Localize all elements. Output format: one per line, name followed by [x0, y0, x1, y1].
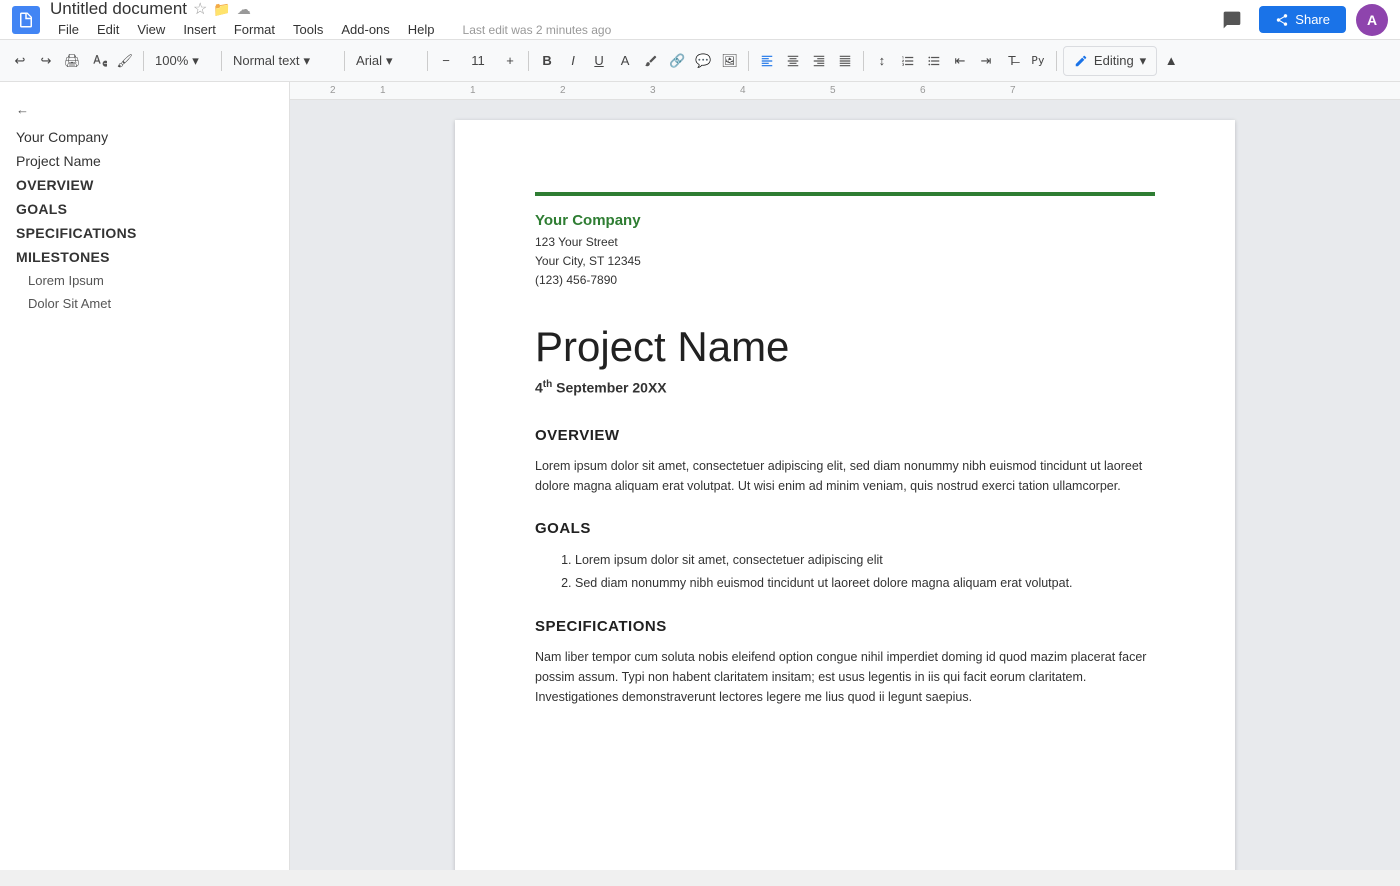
font-size-increase-button[interactable]: + [498, 47, 522, 75]
separator-2 [221, 51, 222, 71]
decrease-indent-button[interactable]: ⇤ [948, 47, 972, 75]
document-page[interactable]: Your Company 123 Your Street Your City, … [455, 120, 1235, 870]
line-spacing-button[interactable]: ↕ [870, 47, 894, 75]
editing-mode-button[interactable]: Editing ▾ [1063, 46, 1157, 76]
main-layout: ← Your Company Project Name OVERVIEW GOA… [0, 82, 1400, 870]
section-goals-heading: GOALS [535, 520, 1155, 537]
project-date: 4th September 20XX [535, 379, 1155, 396]
separator-6 [748, 51, 749, 71]
link-button[interactable]: 🔗 [665, 47, 689, 75]
company-phone: (123) 456-7890 [535, 271, 1155, 290]
sidebar-item-goals[interactable]: GOALS [0, 197, 289, 221]
menu-help[interactable]: Help [400, 19, 443, 40]
align-right-button[interactable] [807, 47, 831, 75]
content-area: 2 1 1 2 3 4 5 6 7 Your Company 123 Your … [290, 82, 1400, 870]
back-arrow-icon: ← [16, 102, 29, 117]
bold-button[interactable]: B [535, 47, 559, 75]
menu-bar: File Edit View Insert Format Tools Add-o… [50, 19, 1215, 40]
print-button[interactable]: 🖨 [60, 47, 85, 75]
share-label: Share [1295, 12, 1330, 27]
chat-icon-button[interactable] [1215, 3, 1249, 37]
justify-button[interactable] [833, 47, 857, 75]
overview-body[interactable]: Lorem ipsum dolor sit amet, consectetuer… [535, 456, 1155, 496]
zoom-select[interactable]: 100% ▾ [150, 47, 215, 75]
toolbar: ↩ ↪ 🖨 🖌 100% ▾ Normal text ▾ Arial ▾ − 1… [0, 40, 1400, 82]
clear-format-button[interactable]: T̶ [1000, 47, 1024, 75]
star-icon[interactable]: ☆ [193, 0, 207, 19]
company-street: 123 Your Street [535, 233, 1155, 252]
header-green-line [535, 192, 1155, 196]
collapse-toolbar-button[interactable]: ▲ [1159, 47, 1183, 75]
bulleted-list-button[interactable] [922, 47, 946, 75]
highlight-button[interactable] [639, 47, 663, 75]
sidebar-item-overview[interactable]: OVERVIEW [0, 173, 289, 197]
horizontal-ruler: 2 1 1 2 3 4 5 6 7 [290, 82, 1400, 100]
separator-5 [528, 51, 529, 71]
document-title[interactable]: Untitled document [50, 0, 187, 19]
sidebar-item-dolor[interactable]: Dolor Sit Amet [0, 292, 289, 315]
style-select[interactable]: Normal text ▾ [228, 47, 338, 75]
numbered-list-button[interactable] [896, 47, 920, 75]
menu-format[interactable]: Format [226, 19, 283, 40]
menu-view[interactable]: View [129, 19, 173, 40]
menu-edit[interactable]: Edit [89, 19, 127, 40]
align-center-button[interactable] [781, 47, 805, 75]
company-name: Your Company [535, 212, 1155, 229]
sidebar-item-milestones[interactable]: MILESTONES [0, 245, 289, 269]
redo-button[interactable]: ↪ [34, 47, 58, 75]
py-button[interactable]: Py [1026, 47, 1050, 75]
menu-tools[interactable]: Tools [285, 19, 331, 40]
document-scroll-area[interactable]: Your Company 123 Your Street Your City, … [290, 100, 1400, 870]
sidebar-back-button[interactable]: ← [0, 94, 289, 125]
company-address: 123 Your Street Your City, ST 12345 (123… [535, 233, 1155, 291]
text-color-button[interactable]: A [613, 47, 637, 75]
underline-button[interactable]: U [587, 47, 611, 75]
paint-format-button[interactable]: 🖌 [113, 47, 138, 75]
goals-list-item-2: Sed diam nonummy nibh euismod tincidunt … [575, 572, 1155, 595]
header-right: Share A [1215, 3, 1388, 37]
comment-button[interactable]: 💬 [691, 47, 715, 75]
company-city: Your City, ST 12345 [535, 252, 1155, 271]
spellcheck-button[interactable] [87, 47, 111, 75]
section-specs-heading: SPECIFICATIONS [535, 618, 1155, 635]
last-edit-label: Last edit was 2 minutes ago [455, 20, 620, 40]
docs-logo-icon [12, 6, 40, 34]
menu-file[interactable]: File [50, 19, 87, 40]
editing-label: Editing [1094, 53, 1134, 68]
sidebar-item-company[interactable]: Your Company [0, 125, 289, 149]
goals-list-item-1: Lorem ipsum dolor sit amet, consectetuer… [575, 549, 1155, 572]
image-button[interactable]: 🖼 [717, 47, 742, 75]
increase-indent-button[interactable]: ⇥ [974, 47, 998, 75]
separator-7 [863, 51, 864, 71]
sidebar-item-lorem[interactable]: Lorem Ipsum [0, 269, 289, 292]
align-left-button[interactable] [755, 47, 779, 75]
specs-body[interactable]: Nam liber tempor cum soluta nobis eleife… [535, 647, 1155, 707]
outline-sidebar: ← Your Company Project Name OVERVIEW GOA… [0, 82, 290, 870]
menu-insert[interactable]: Insert [175, 19, 224, 40]
goals-list: Lorem ipsum dolor sit amet, consectetuer… [551, 549, 1155, 594]
menu-addons[interactable]: Add-ons [333, 19, 397, 40]
separator-4 [427, 51, 428, 71]
italic-button[interactable]: I [561, 47, 585, 75]
sidebar-item-projectname[interactable]: Project Name [0, 149, 289, 173]
user-avatar[interactable]: A [1356, 4, 1388, 36]
section-overview-heading: OVERVIEW [535, 427, 1155, 444]
separator-3 [344, 51, 345, 71]
cloud-icon: ☁ [237, 1, 251, 18]
sidebar-item-specs[interactable]: SPECIFICATIONS [0, 221, 289, 245]
font-select[interactable]: Arial ▾ [351, 47, 421, 75]
share-button[interactable]: Share [1259, 6, 1346, 33]
font-size-decrease-button[interactable]: − [434, 47, 458, 75]
font-size-select[interactable]: 11 [460, 47, 496, 75]
folder-icon[interactable]: 📁 [213, 1, 230, 18]
separator-8 [1056, 51, 1057, 71]
project-title[interactable]: Project Name [535, 323, 1155, 371]
separator-1 [143, 51, 144, 71]
undo-button[interactable]: ↩ [8, 47, 32, 75]
